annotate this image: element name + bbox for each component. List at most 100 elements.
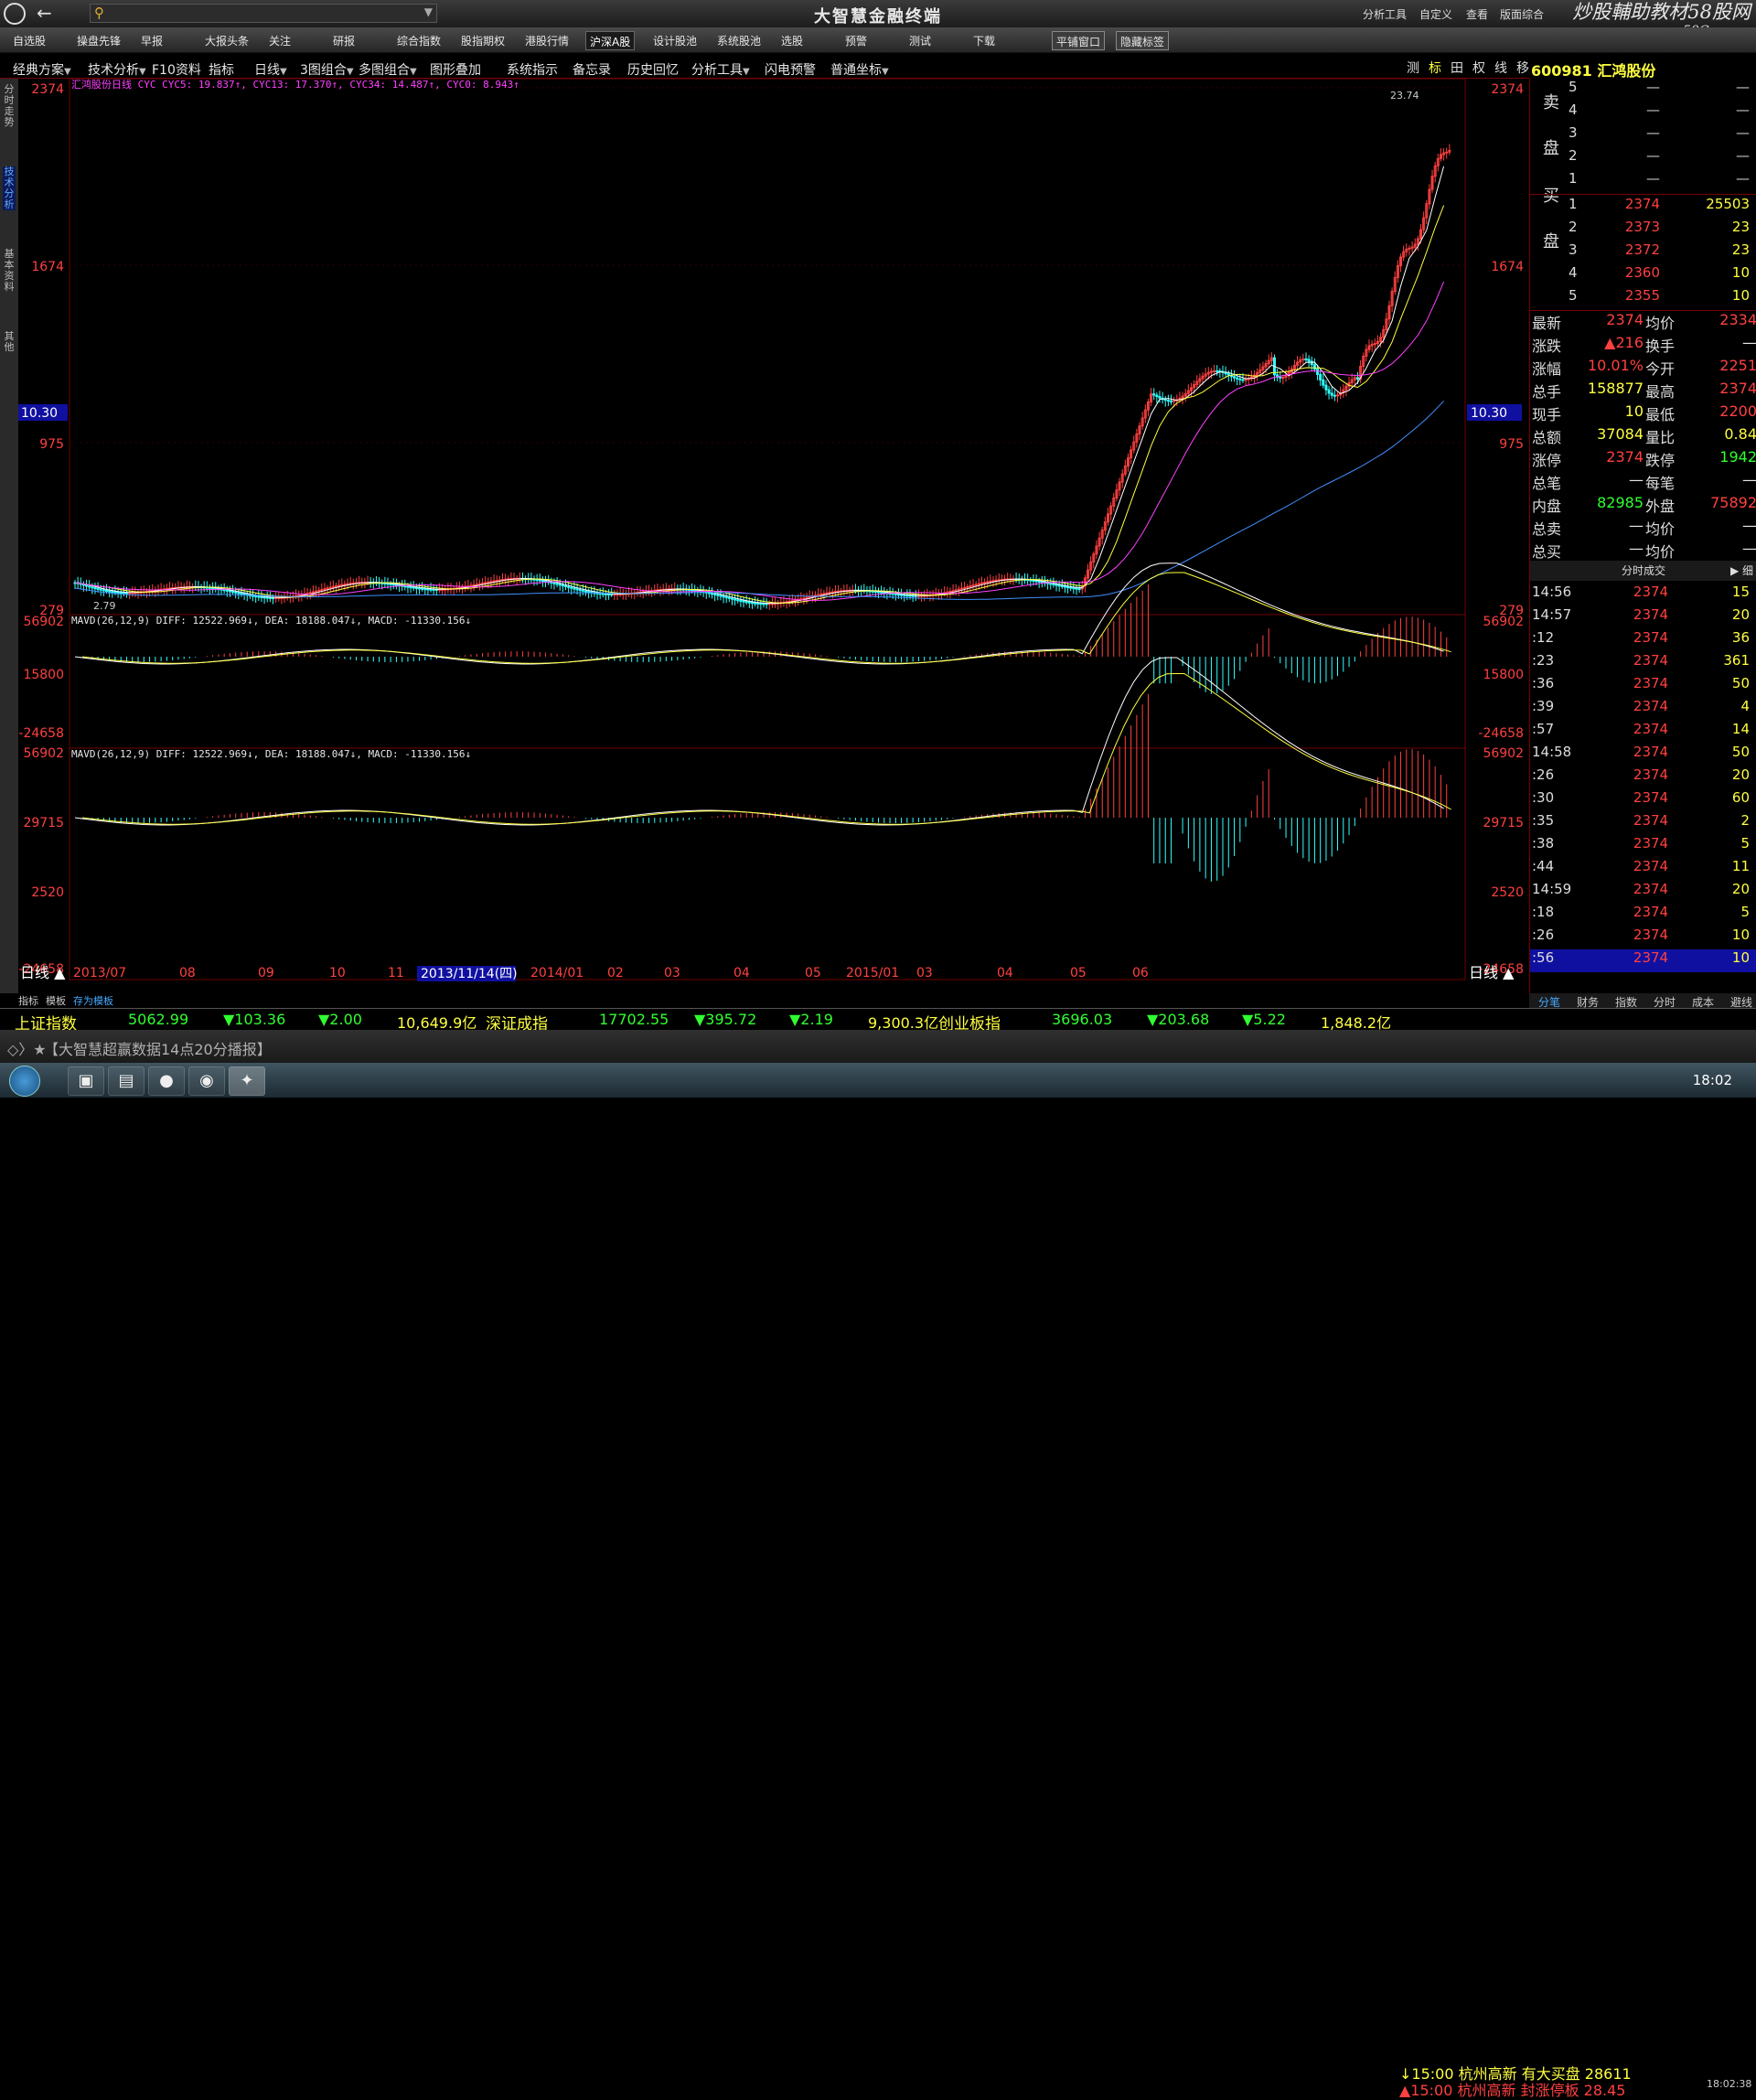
tab-intraday[interactable]: 分时走势: [3, 84, 16, 128]
trade-row[interactable]: :56 2374 10: [1530, 949, 1756, 972]
start-button[interactable]: [9, 1066, 40, 1097]
tab-fundamentals[interactable]: 基本资料: [3, 249, 16, 293]
period-label-right[interactable]: 日线 ▲: [1469, 964, 1515, 981]
quote-key: 今开: [1645, 360, 1676, 378]
toolbar-item-1[interactable]: 技术分析▼: [88, 60, 146, 79]
ask-row[interactable]: 3 — —: [1530, 124, 1756, 147]
candle-body: [1322, 379, 1325, 386]
ask-row[interactable]: 4 — —: [1530, 102, 1756, 124]
nav-tab-10[interactable]: 设计股池: [649, 31, 701, 50]
tab-other[interactable]: 其他: [3, 331, 16, 353]
trade-row[interactable]: :26 2374 20: [1530, 766, 1756, 789]
ask-row[interactable]: 2 — —: [1530, 147, 1756, 170]
toolbar-item-4[interactable]: 日线▼: [254, 60, 287, 79]
bid-row[interactable]: 4 2360 10: [1530, 264, 1756, 287]
bottom-tab-0[interactable]: 指标: [18, 995, 38, 1007]
nav-tab-16[interactable]: 平铺窗口: [1052, 31, 1106, 50]
ask-level: 3: [1569, 124, 1578, 141]
bottom-tab-2[interactable]: 存为模板: [73, 995, 113, 1007]
tab-technical[interactable]: 技术分析: [3, 166, 16, 210]
nav-tab-15[interactable]: 下载: [969, 31, 999, 50]
firefox-app-icon[interactable]: ●: [148, 1066, 185, 1096]
alert-limit-up[interactable]: ▲15:00 杭州高新 封涨停板 28.45: [1399, 2078, 1625, 2100]
nav-tab-14[interactable]: 测试: [905, 31, 935, 50]
toolbar-item-6[interactable]: 多图组合▼: [359, 60, 417, 79]
trade-volume: 10: [1731, 949, 1750, 966]
ask-row[interactable]: 1 — —: [1530, 170, 1756, 193]
trades-header[interactable]: 分时成交 ▶ 细: [1530, 561, 1756, 581]
candle-body: [228, 590, 231, 593]
toolbar-item-8[interactable]: 系统指示: [507, 60, 558, 79]
toolbar-item-12[interactable]: 闪电预警: [765, 60, 816, 79]
nav-tab-2[interactable]: 早报: [137, 31, 166, 50]
trade-row[interactable]: :30 2374 60: [1530, 789, 1756, 812]
trade-row[interactable]: :18 2374 5: [1530, 904, 1756, 927]
menu-view[interactable]: 查看: [1466, 6, 1488, 22]
menu-custom[interactable]: 自定义: [1419, 6, 1452, 22]
trade-row[interactable]: 14:56 2374 15: [1530, 584, 1756, 606]
toolbar-item-11[interactable]: 分析工具▼: [691, 60, 750, 79]
toolbar-item-0[interactable]: 经典方案▼: [13, 60, 71, 79]
chart-tool-0[interactable]: 测: [1407, 61, 1419, 76]
nav-tab-0[interactable]: 自选股: [9, 31, 49, 50]
trades-detail-toggle[interactable]: ▶ 细: [1730, 561, 1753, 581]
bid-row[interactable]: 2 2373 23: [1530, 219, 1756, 241]
trade-row[interactable]: :35 2374 2: [1530, 812, 1756, 835]
ask-volume: —: [1736, 170, 1750, 187]
trade-row[interactable]: 14:58 2374 50: [1530, 744, 1756, 766]
chart-tool-1[interactable]: 标: [1429, 61, 1441, 76]
bottom-tab-1[interactable]: 模板: [46, 995, 66, 1007]
nav-tab-13[interactable]: 预警: [841, 31, 871, 50]
nav-tab-12[interactable]: 选股: [777, 31, 807, 50]
chart-tool-5[interactable]: 移: [1516, 61, 1529, 76]
nav-tab-3[interactable]: 大报头条: [201, 31, 252, 50]
nav-tab-8[interactable]: 港股行情: [521, 31, 573, 50]
nav-tab-17[interactable]: 隐藏标签: [1116, 31, 1170, 50]
bid-row[interactable]: 5 2355 10: [1530, 287, 1756, 310]
trade-row[interactable]: :57 2374 14: [1530, 721, 1756, 744]
nav-tab-5[interactable]: 研报: [329, 31, 359, 50]
trade-row[interactable]: :38 2374 5: [1530, 835, 1756, 858]
trade-row[interactable]: :44 2374 11: [1530, 858, 1756, 881]
news-ticker[interactable]: 【大智慧超赢数据14点20分播报】: [44, 1037, 272, 1059]
menu-analysis-tools[interactable]: 分析工具: [1363, 6, 1407, 22]
nav-tab-9[interactable]: 沪深A股: [585, 31, 636, 50]
bid-row[interactable]: 3 2372 23: [1530, 241, 1756, 264]
chart-tool-4[interactable]: 线: [1494, 61, 1507, 76]
toolbar-item-5[interactable]: 3图组合▼: [300, 60, 354, 79]
chart-tool-2[interactable]: 田: [1451, 61, 1463, 76]
bid-row[interactable]: 1 2374 25503: [1530, 196, 1756, 219]
toolbar-item-13[interactable]: 普通坐标▼: [830, 60, 889, 79]
toolbar-item-2[interactable]: F10资料: [152, 60, 201, 79]
trade-row[interactable]: :12 2374 36: [1530, 629, 1756, 652]
browser-app-icon[interactable]: ◉: [188, 1066, 225, 1096]
ask-row[interactable]: 5 — —: [1530, 79, 1756, 102]
trade-volume: 20: [1731, 881, 1750, 897]
trade-row[interactable]: :23 2374 361: [1530, 652, 1756, 675]
trade-row[interactable]: :39 2374 4: [1530, 698, 1756, 721]
chart-tool-3[interactable]: 权: [1472, 61, 1485, 76]
trade-row[interactable]: 14:59 2374 20: [1530, 881, 1756, 904]
nav-tab-4[interactable]: 关注: [265, 31, 294, 50]
photos-app-icon[interactable]: ▣: [68, 1066, 104, 1096]
period-label-left[interactable]: 日线 ▲: [20, 964, 66, 981]
nav-tab-11[interactable]: 系统股池: [713, 31, 765, 50]
chart-svg[interactable]: 2374 23741674 1674975 975279 27910.30 10.3056…: [18, 79, 1529, 993]
nav-tab-1[interactable]: 操盘先锋: [73, 31, 124, 50]
menu-layout[interactable]: 版面综合: [1500, 6, 1544, 22]
toolbar-item-3[interactable]: 指标: [209, 60, 234, 79]
toolbar-item-7[interactable]: 图形叠加: [430, 60, 481, 79]
kline-chart[interactable]: 2374 2374 1674 1674 975 975 279 279 10.30 10.30 56…: [18, 79, 1529, 993]
nav-tab-6[interactable]: 综合指数: [393, 31, 444, 50]
toolbar-item-9[interactable]: 备忘录: [573, 60, 611, 79]
dzh-app-icon[interactable]: ✦: [229, 1066, 265, 1096]
candle-body: [905, 595, 909, 597]
news-nav-icon[interactable]: ◇〉★: [7, 1037, 47, 1059]
trade-row[interactable]: 14:57 2374 20: [1530, 606, 1756, 629]
explorer-app-icon[interactable]: ▤: [108, 1066, 145, 1096]
trade-row[interactable]: :36 2374 50: [1530, 675, 1756, 698]
nav-tab-7[interactable]: 股指期权: [457, 31, 509, 50]
trade-row[interactable]: :26 2374 10: [1530, 927, 1756, 949]
quote-value: —: [1629, 517, 1644, 534]
toolbar-item-10[interactable]: 历史回忆: [627, 60, 679, 79]
